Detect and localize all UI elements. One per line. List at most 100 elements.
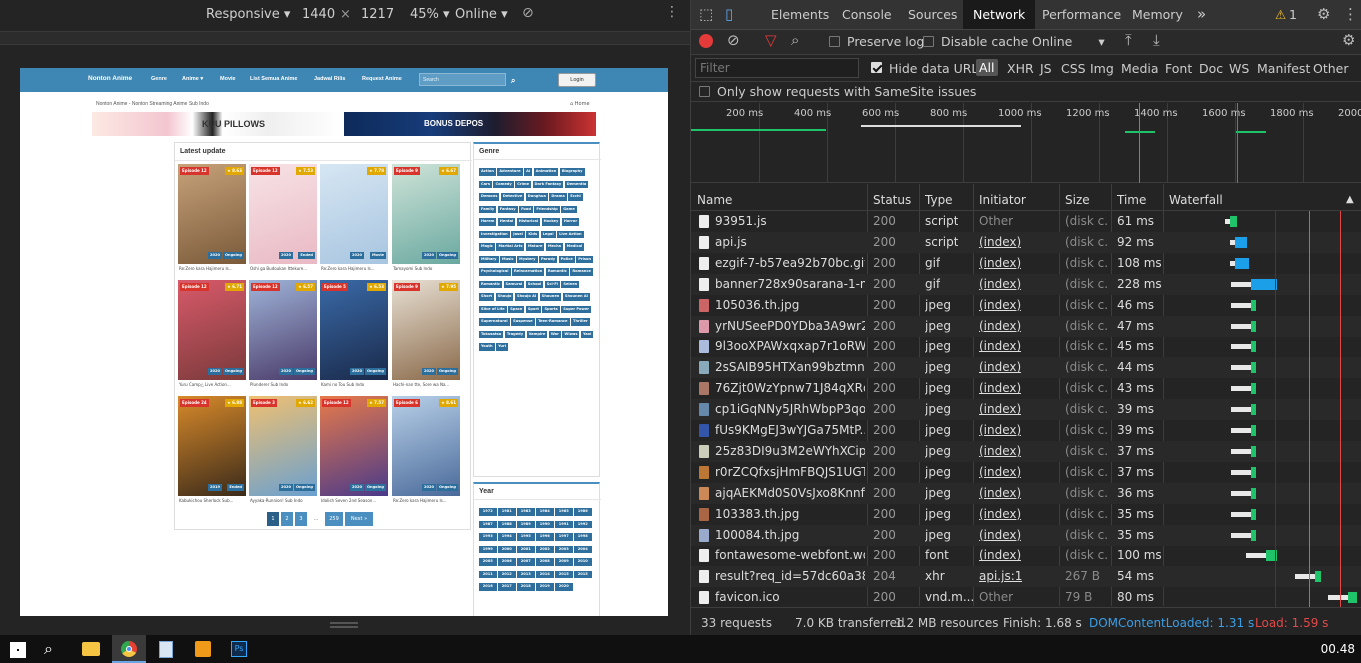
ad-banner-bonus[interactable]: BONUS DEPOS (344, 112, 596, 136)
nav-list-semua-anime[interactable]: List Semua Anime (250, 76, 297, 82)
genre-tag[interactable]: Yaoi (580, 330, 594, 338)
export-har-icon[interactable]: ⤓ (1153, 31, 1160, 49)
request-name[interactable]: 2sSAIB95HTXan99bztmniy... (715, 360, 865, 374)
genre-tag[interactable]: Shounen (539, 293, 562, 301)
year-tag[interactable]: 1999 (479, 545, 497, 553)
anime-poster[interactable]: Episode 5 ★ 6.53 2020 Ongoing (320, 280, 388, 380)
request-row[interactable]: 9l3ooXPAWxqxap7r1oRW... 200 jpeg (index) (di… (691, 336, 1361, 357)
request-name[interactable]: fontawesome-webfont.wo... (715, 548, 865, 562)
request-row[interactable]: result?req_id=57dc60a389... 204 xhr api.js:… (691, 566, 1361, 588)
site-brand[interactable]: Nonton Anime (88, 75, 132, 82)
genre-tag[interactable]: Fantasy (497, 205, 518, 213)
tab-sources[interactable]: Sources (908, 0, 957, 29)
nav-genre[interactable]: Genre (151, 76, 167, 82)
device-width-input[interactable]: 1440 (302, 7, 335, 22)
anime-card[interactable]: Episode 12 ★ 8.63 2020 Ongoing Re:Zero kara … (178, 164, 246, 274)
request-initiator[interactable]: (index) (979, 486, 1021, 500)
year-tag[interactable]: 2006 (498, 558, 516, 566)
filter-icon[interactable]: ▽ (765, 31, 777, 49)
col-initiator[interactable]: Initiator (979, 193, 1026, 207)
anime-poster[interactable]: Episode 9 ★ 6.67 2020 Ongoing (392, 164, 460, 264)
filter-input[interactable]: Filter (695, 58, 859, 78)
request-initiator[interactable]: (index) (979, 402, 1021, 416)
year-tag[interactable]: 1986 (574, 508, 592, 516)
more-options-icon[interactable]: ⋮ (1343, 0, 1358, 29)
anime-title[interactable]: Yuru Camp△ Live Action... (179, 382, 247, 387)
search-icon[interactable]: ⌕ (791, 31, 799, 49)
anime-card[interactable]: ★ 7.78 2020 Movie Re:Zero kara Hajimeru Is.… (320, 164, 388, 274)
genre-tag[interactable]: Tokusatsu (479, 330, 504, 338)
request-name[interactable]: 9l3ooXPAWxqxap7r1oRW... (715, 339, 865, 353)
anime-title[interactable]: Hachi-nan tte, Sore wa Na... (393, 382, 461, 387)
genre-tag[interactable]: Thriller (571, 318, 590, 326)
chrome-taskbar-button[interactable] (112, 635, 146, 663)
filter-type-ws[interactable]: WS (1229, 61, 1249, 76)
year-tag[interactable]: 1993 (479, 533, 497, 541)
col-name[interactable]: Name (697, 193, 732, 207)
anime-title[interactable]: Kabukichou Sherlock Sub... (179, 498, 247, 503)
year-tag[interactable]: 2017 (498, 583, 516, 591)
year-tag[interactable]: 2000 (498, 545, 516, 553)
taskbar-clock[interactable]: 00.48 (1321, 642, 1355, 656)
year-tag[interactable]: 2002 (536, 545, 554, 553)
genre-tag[interactable]: Detective (500, 193, 525, 201)
request-name[interactable]: 100084.th.jpg (715, 528, 865, 542)
anime-poster[interactable]: Episode 9 ★ 7.95 2020 Ongoing (392, 280, 460, 380)
rotate-icon[interactable]: ⊘ (522, 5, 534, 21)
request-name[interactable]: ezgif-7-b57ea92b70bc.gif (715, 256, 865, 270)
device-height-input[interactable]: 1217 (361, 7, 394, 22)
request-initiator[interactable]: (index) (979, 381, 1021, 395)
more-options-icon[interactable]: ⋮ (665, 4, 679, 20)
genre-tag[interactable]: Medical (564, 243, 585, 251)
device-mode-dropdown[interactable]: Responsive ▾ (206, 7, 290, 22)
filter-type-font[interactable]: Font (1165, 61, 1192, 76)
genre-tag[interactable]: Shounen Ai (562, 293, 590, 301)
warning-icon[interactable]: ⚠ (1275, 0, 1286, 29)
request-name[interactable]: favicon.ico (715, 590, 865, 604)
year-tag[interactable]: 2014 (536, 570, 554, 578)
filter-type-other[interactable]: Other (1313, 61, 1349, 76)
genre-tag[interactable]: Military (479, 255, 499, 263)
request-row[interactable]: api.js 200 script (index) (disk c... 92 ms (691, 231, 1361, 253)
year-tag[interactable]: 2004 (574, 545, 592, 553)
request-row[interactable]: r0rZCQfxsjHmFBQJS1UGTi... 200 jpeg (index) (… (691, 462, 1361, 483)
request-initiator[interactable]: (index) (979, 360, 1021, 374)
genre-tag[interactable]: Comedy (493, 180, 514, 188)
anime-poster[interactable]: Episode 12 ★ 6.71 2020 Ongoing (178, 280, 246, 380)
year-tag[interactable]: 1991 (555, 520, 573, 528)
filter-type-css[interactable]: CSS (1061, 61, 1086, 76)
col-size[interactable]: Size (1065, 193, 1090, 207)
page-2[interactable]: 2 (281, 512, 293, 526)
genre-tag[interactable]: Ai (524, 168, 533, 176)
request-name[interactable]: 103383.th.jpg (715, 507, 865, 521)
home-link[interactable]: ⌂ Home (570, 101, 590, 107)
genre-tag[interactable]: Ecchi (568, 193, 583, 201)
anime-card[interactable]: Episode 9 ★ 6.67 2020 Ongoing Tamayomi Sub I… (392, 164, 460, 274)
page-1[interactable]: 1 (267, 512, 279, 526)
genre-tag[interactable]: Romantic (545, 268, 569, 276)
genre-tag[interactable]: Mature (525, 243, 545, 251)
year-tag[interactable]: 2015 (555, 570, 573, 578)
request-initiator[interactable]: (index) (979, 548, 1021, 562)
genre-tag[interactable]: Crime (515, 180, 532, 188)
genre-tag[interactable]: Supernatural (479, 318, 510, 326)
genre-tag[interactable]: Suspense (511, 318, 535, 326)
request-name[interactable]: r0rZCQfxsjHmFBQJS1UGTi... (715, 465, 865, 479)
request-row[interactable]: fontawesome-webfont.wo... 200 font (index) (… (691, 545, 1361, 566)
year-tag[interactable]: 2001 (517, 545, 535, 553)
genre-tag[interactable]: School (525, 280, 544, 288)
inspect-element-icon[interactable]: ⬚ (699, 0, 713, 29)
genre-tag[interactable]: Youth (479, 343, 495, 351)
genre-tag[interactable]: Mystery (517, 255, 538, 263)
request-name[interactable]: 25z83DI9u3M2eWYhXCip... (715, 444, 865, 458)
genre-tag[interactable]: Romantic (479, 280, 503, 288)
request-row[interactable]: banner728x90sarana-1-mi... 200 gif (index) (… (691, 273, 1361, 295)
genre-tag[interactable]: Sports (542, 305, 560, 313)
anime-card[interactable]: Episode 5 ★ 6.53 2020 Ongoing Kami no Tou Su… (320, 280, 388, 390)
request-name[interactable]: fUs9KMgEJ3wYJGa75MtP... (715, 423, 865, 437)
anime-title[interactable]: Re:Zero kara Hajimeru Is... (321, 266, 389, 271)
request-initiator[interactable]: (index) (979, 444, 1021, 458)
request-initiator[interactable]: (index) (979, 339, 1021, 353)
genre-tag[interactable]: Wiwas (562, 330, 580, 338)
anime-title[interactable]: Plunderer Sub Indo (250, 382, 318, 387)
